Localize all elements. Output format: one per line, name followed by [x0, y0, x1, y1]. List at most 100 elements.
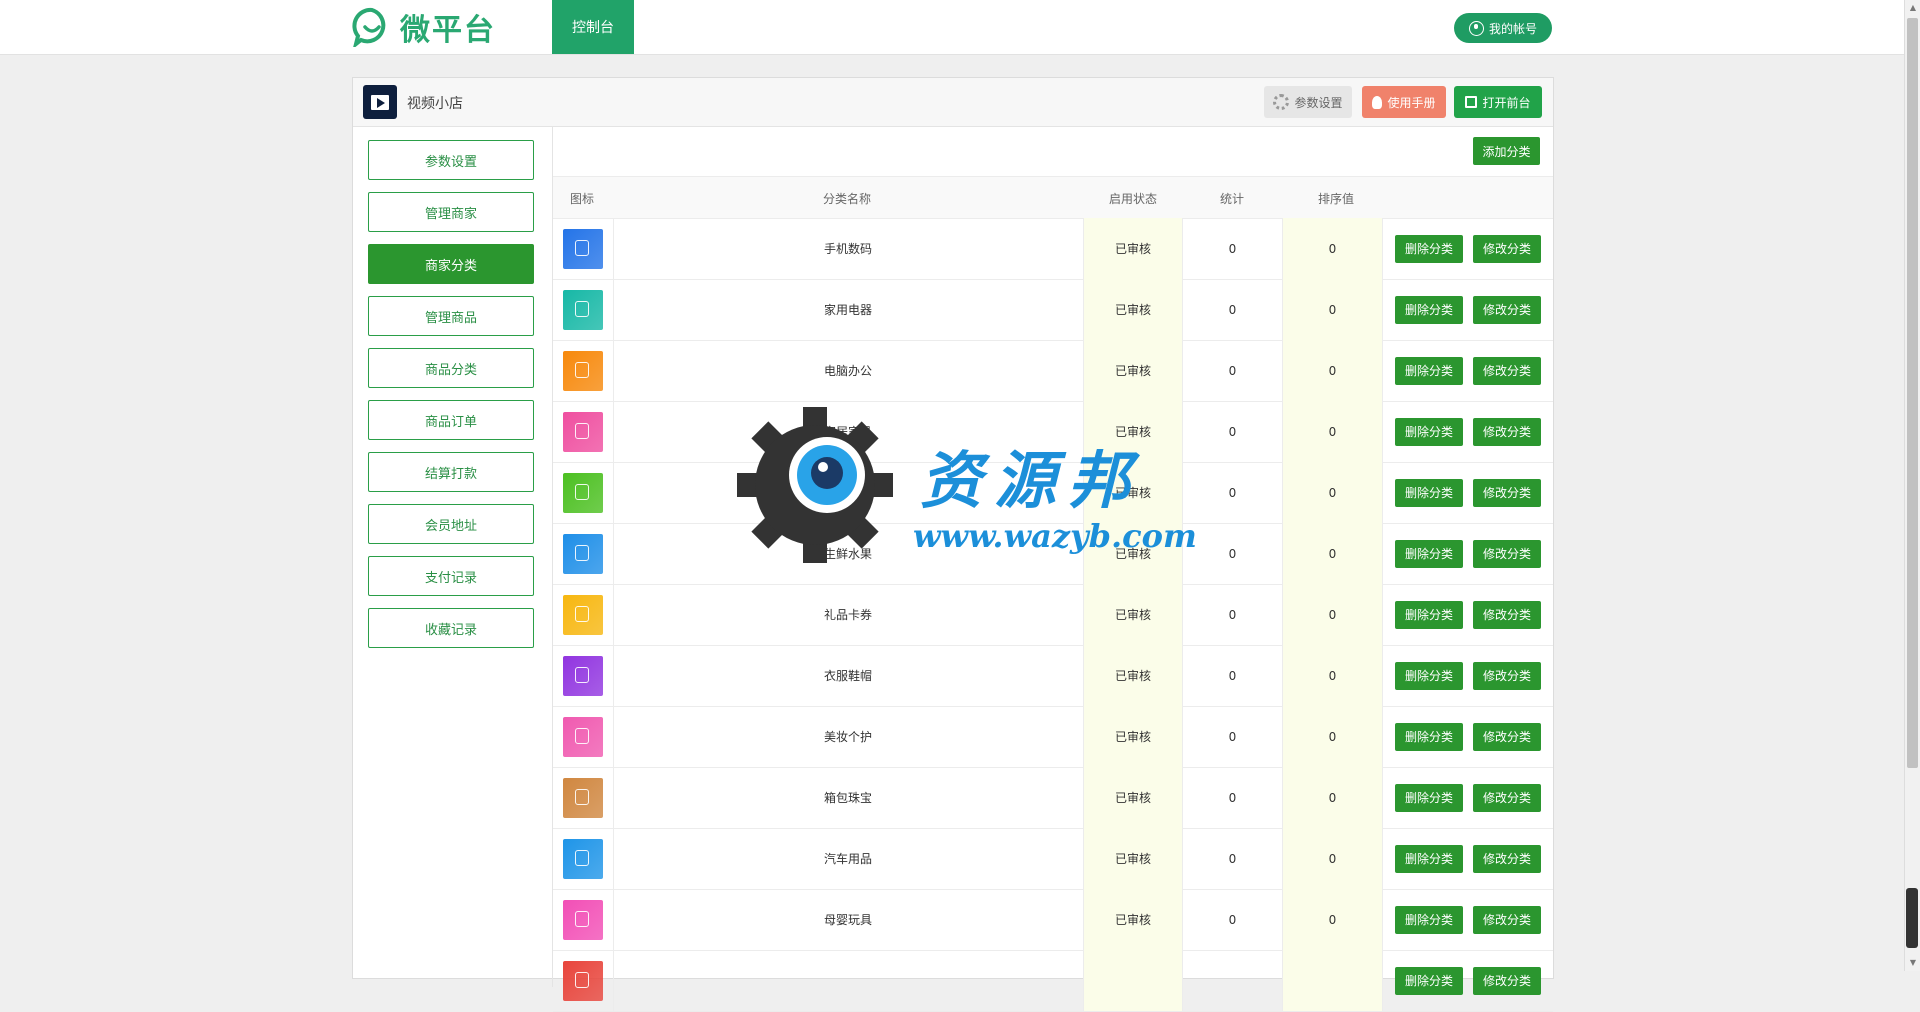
category-icon-cell [553, 645, 614, 706]
delete-category-button[interactable]: 删除分类 [1395, 234, 1463, 263]
category-status: 已审核 [1084, 462, 1183, 523]
delete-category-button[interactable]: 删除分类 [1395, 722, 1463, 751]
category-status: 已审核 [1084, 523, 1183, 584]
edit-category-button[interactable]: 修改分类 [1473, 295, 1541, 324]
my-account-button[interactable]: 我的帐号 [1454, 13, 1552, 43]
user-manual-button[interactable]: 使用手册 [1362, 86, 1446, 118]
table-row: 生鲜水果 已审核 0 0 删除分类 修改分类 [553, 523, 1553, 585]
sidebar-item-favorite-records[interactable]: 收藏记录 [368, 608, 534, 648]
category-count: 0 [1183, 584, 1283, 645]
add-category-button[interactable]: 添加分类 [1473, 137, 1540, 165]
category-status: 已审核 [1084, 767, 1183, 828]
category-count: 0 [1183, 401, 1283, 462]
scroll-down-arrow-icon[interactable]: ▼ [1905, 955, 1920, 971]
scroll-up-arrow-icon[interactable]: ▲ [1905, 0, 1920, 16]
delete-category-button[interactable]: 删除分类 [1395, 783, 1463, 812]
delete-category-button[interactable]: 删除分类 [1395, 905, 1463, 934]
category-name: 衣服鞋帽 [613, 645, 1084, 706]
edit-category-button[interactable]: 修改分类 [1473, 417, 1541, 446]
category-sort-value: 0 [1283, 523, 1383, 584]
category-sort-value: 0 [1283, 767, 1383, 828]
table-row: 礼品卡券 已审核 0 0 删除分类 修改分类 [553, 584, 1553, 646]
sidebar-item-product-orders[interactable]: 商品订单 [368, 400, 534, 440]
delete-category-button[interactable]: 删除分类 [1395, 478, 1463, 507]
gear-icon [1273, 94, 1290, 110]
row-actions: 删除分类 修改分类 [1383, 462, 1553, 523]
sidebar-item-payment-records[interactable]: 支付记录 [368, 556, 534, 596]
category-icon-cell [553, 706, 614, 767]
category-icon [563, 777, 603, 818]
category-icon-cell [553, 767, 614, 828]
delete-category-button[interactable]: 删除分类 [1395, 844, 1463, 873]
delete-category-button[interactable]: 删除分类 [1395, 356, 1463, 385]
category-name: 箱包珠宝 [613, 767, 1084, 828]
edit-category-button[interactable]: 修改分类 [1473, 661, 1541, 690]
category-sort-value: 0 [1283, 828, 1383, 889]
category-name: 食品饮料 [613, 462, 1084, 523]
category-icon [563, 594, 603, 635]
category-status: 已审核 [1084, 279, 1183, 340]
nav-dashboard-tab[interactable]: 控制台 [552, 0, 634, 54]
category-icon [563, 411, 603, 452]
video-store-icon [363, 85, 397, 119]
category-icon-cell [553, 218, 614, 279]
category-name: 家用电器 [613, 279, 1084, 340]
edit-category-button[interactable]: 修改分类 [1473, 356, 1541, 385]
category-icon [563, 960, 603, 1001]
edit-category-button[interactable]: 修改分类 [1473, 905, 1541, 934]
sidebar-item-parameter-settings[interactable]: 参数设置 [368, 140, 534, 180]
header-name: 分类名称 [823, 192, 872, 206]
category-icon-cell [553, 340, 614, 401]
category-name: 生鲜水果 [613, 523, 1084, 584]
category-status [1084, 950, 1183, 1011]
row-actions: 删除分类 修改分类 [1383, 828, 1553, 889]
category-status: 已审核 [1084, 645, 1183, 706]
category-status: 已审核 [1084, 218, 1183, 279]
category-sort-value: 0 [1283, 889, 1383, 950]
sidebar-item-settlement-payouts[interactable]: 结算打款 [368, 452, 534, 492]
sidebar-item-manage-products[interactable]: 管理商品 [368, 296, 534, 336]
page-scrollbar[interactable]: ▲ ▼ [1904, 0, 1920, 971]
open-frontend-button[interactable]: 打开前台 [1454, 86, 1542, 118]
category-sort-value: 0 [1283, 218, 1383, 279]
row-actions: 删除分类 修改分类 [1383, 767, 1553, 828]
sidebar-item-merchant-categories[interactable]: 商家分类 [368, 244, 534, 284]
category-name: 母婴玩具 [613, 889, 1084, 950]
category-icon [563, 472, 603, 513]
category-icon [563, 228, 603, 269]
table-row: 母婴玩具 已审核 0 0 删除分类 修改分类 [553, 889, 1553, 951]
category-icon-cell [553, 889, 614, 950]
category-icon [563, 716, 603, 757]
sidebar-item-member-addresses[interactable]: 会员地址 [368, 504, 534, 544]
category-status: 已审核 [1084, 340, 1183, 401]
delete-category-button[interactable]: 删除分类 [1395, 600, 1463, 629]
row-actions: 删除分类 修改分类 [1383, 584, 1553, 645]
edit-category-button[interactable]: 修改分类 [1473, 600, 1541, 629]
header-icon: 图标 [570, 192, 595, 206]
side-widget[interactable] [1906, 888, 1918, 948]
category-name: 美妆个护 [613, 706, 1084, 767]
edit-category-button[interactable]: 修改分类 [1473, 478, 1541, 507]
edit-category-button[interactable]: 修改分类 [1473, 844, 1541, 873]
edit-category-button[interactable]: 修改分类 [1473, 539, 1541, 568]
delete-category-button[interactable]: 删除分类 [1395, 295, 1463, 324]
delete-category-button[interactable]: 删除分类 [1395, 417, 1463, 446]
category-sort-value: 0 [1283, 462, 1383, 523]
category-sort-value: 0 [1283, 706, 1383, 767]
sidebar-item-manage-merchants[interactable]: 管理商家 [368, 192, 534, 232]
delete-category-button[interactable]: 删除分类 [1395, 539, 1463, 568]
edit-category-button[interactable]: 修改分类 [1473, 783, 1541, 812]
sidebar-item-product-categories[interactable]: 商品分类 [368, 348, 534, 388]
logo-text: 微平台 [400, 13, 496, 48]
row-actions: 删除分类 修改分类 [1383, 889, 1553, 950]
category-name: 手机数码 [613, 218, 1084, 279]
edit-category-button[interactable]: 修改分类 [1473, 234, 1541, 263]
sidebar: 参数设置 管理商家 商家分类 管理商品 商品分类 商品订单 结算打款 会员地址 … [353, 127, 553, 987]
logo[interactable]: 微平台 [352, 7, 496, 48]
parameter-settings-button[interactable]: 参数设置 [1264, 86, 1352, 118]
edit-category-button[interactable]: 修改分类 [1473, 722, 1541, 751]
delete-category-button[interactable]: 删除分类 [1395, 661, 1463, 690]
scroll-thumb[interactable] [1907, 18, 1918, 768]
category-name: 礼品卡券 [613, 584, 1084, 645]
category-name: 汽车用品 [613, 828, 1084, 889]
